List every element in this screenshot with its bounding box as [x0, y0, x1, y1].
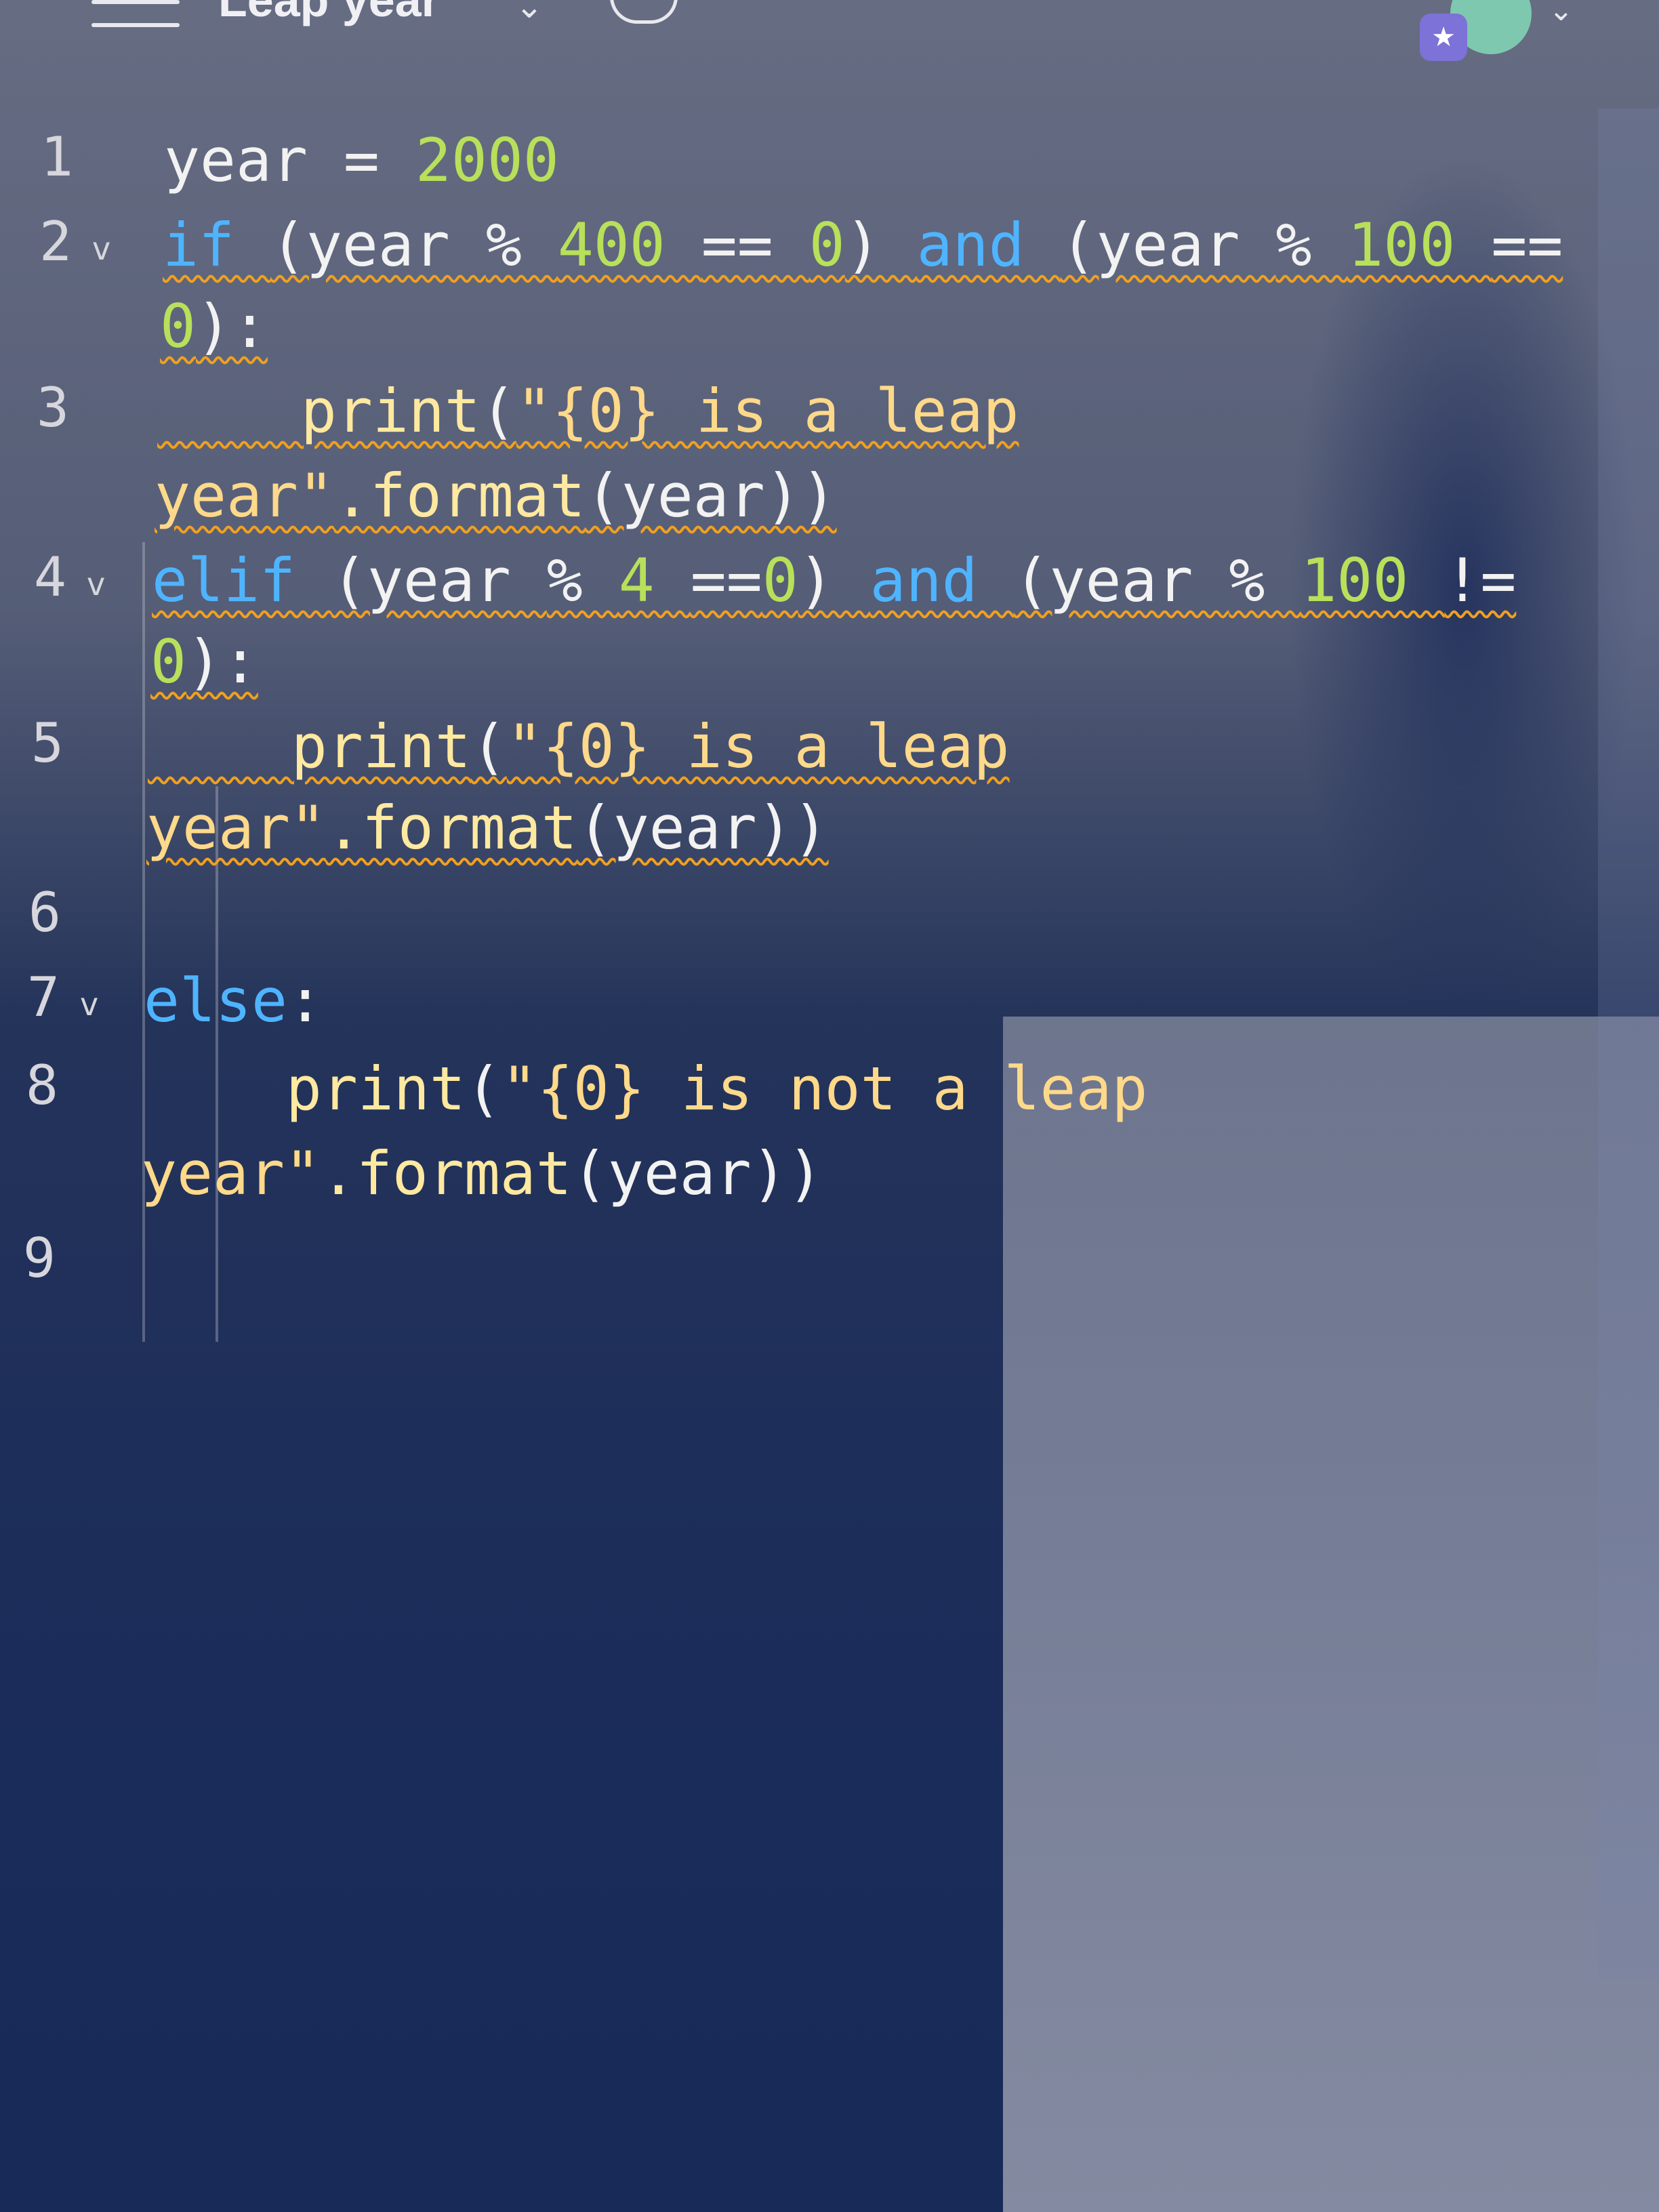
code-token: ) [798, 546, 870, 615]
fold-chevron-icon[interactable]: v [92, 230, 110, 267]
code-line[interactable]: year".format(year)) [0, 461, 1659, 542]
code-token: % [1229, 546, 1301, 615]
code-line[interactable]: 8 print("{0} is not a leap [0, 1054, 1659, 1135]
code-token: year [164, 125, 344, 195]
code-text[interactable]: elif (year % 4 ==0) and (year % 100 != [152, 546, 1516, 615]
code-token: (year [1060, 210, 1276, 280]
code-token: elif [152, 546, 331, 615]
fold-chevron-icon[interactable]: v [87, 566, 105, 602]
code-text[interactable]: 0): [160, 291, 268, 361]
code-token: 0 [160, 291, 196, 361]
code-token: 100 [1347, 210, 1492, 280]
line-number: 6 [28, 881, 61, 944]
code-token: "{0} is a leap [506, 712, 1010, 781]
document-title[interactable]: Leap year [218, 0, 440, 27]
code-line[interactable]: year".format(year)) [0, 793, 1659, 874]
line-number: 2 [39, 210, 72, 273]
code-text[interactable]: print("{0} is a leap [157, 376, 1019, 446]
code-token: 0 [150, 627, 186, 697]
code-text[interactable]: 0): [150, 627, 258, 697]
code-token: ): [195, 291, 268, 361]
line-number: 8 [25, 1054, 58, 1117]
code-line[interactable]: 2 v if (year % 400 == 0) and (year % 100 =… [0, 210, 1659, 291]
chevron-down-icon[interactable]: ⌄ [1549, 0, 1574, 28]
code-token: (year [1013, 546, 1229, 615]
code-line[interactable]: 0): [0, 291, 1659, 373]
code-line[interactable]: 0): [0, 627, 1659, 708]
code-token: print [142, 1054, 466, 1124]
code-token: .format [325, 793, 577, 863]
phone-photo-of-code-editor: Leap year ⌄ ★ ⌄ 1 year = 2000 2 v if (year %… [0, 0, 1659, 2212]
code-line[interactable]: 9 [0, 1227, 1659, 1308]
code-token: % [546, 546, 619, 615]
code-line[interactable]: year".format(year)) [0, 1139, 1659, 1220]
code-text[interactable]: print("{0} is a leap [148, 712, 1010, 781]
code-token: ( [470, 712, 507, 781]
code-token: year" [141, 1139, 321, 1208]
code-line[interactable]: 1 year = 2000 [0, 125, 1659, 207]
line-number: 1 [40, 125, 73, 188]
code-token: .format [333, 461, 586, 531]
code-token: % [485, 210, 558, 280]
code-text[interactable]: if (year % 400 == 0) and (year % 100 == [163, 210, 1563, 280]
code-token: "{0} is a leap [516, 376, 1019, 446]
code-token: (year [270, 210, 486, 280]
code-token: 0 [762, 546, 798, 615]
code-token: if [163, 210, 270, 280]
code-line[interactable]: 3 print("{0} is a leap [0, 376, 1659, 457]
code-token: ) [844, 210, 917, 280]
line-number: 3 [36, 376, 69, 439]
code-token: ( [465, 1054, 501, 1124]
code-line[interactable]: 4 v elif (year % 4 ==0) and (year % 100 != [0, 546, 1659, 627]
code-token: "{0} is not a leap [501, 1054, 1148, 1124]
line-number: 4 [33, 546, 66, 609]
top-bar: Leap year ⌄ ★ ⌄ [0, 0, 1659, 102]
code-text[interactable]: else: [144, 966, 323, 1036]
code-text[interactable]: year".format(year)) [141, 1139, 823, 1208]
hamburger-menu-icon[interactable] [91, 0, 180, 34]
code-token: (year)) [585, 461, 837, 531]
code-token: 2000 [415, 125, 559, 195]
code-line[interactable]: 6 [0, 881, 1659, 962]
code-token: (year [331, 546, 547, 615]
code-token: print [157, 376, 480, 446]
line-number: 7 [26, 966, 60, 1029]
code-token: .format [320, 1139, 572, 1208]
code-token: != [1444, 546, 1517, 615]
chevron-down-icon[interactable]: ⌄ [515, 0, 544, 26]
code-text[interactable]: print("{0} is not a leap [142, 1054, 1148, 1124]
code-token: == [690, 546, 762, 615]
cloud-sync-icon[interactable] [610, 0, 678, 24]
code-token: (year)) [577, 793, 829, 863]
code-token: : [287, 966, 323, 1036]
line-number: 5 [30, 712, 64, 775]
code-token: (year)) [571, 1139, 823, 1208]
code-editor[interactable]: 1 year = 2000 2 v if (year % 400 == 0) and (… [0, 108, 1659, 1464]
code-token: and [916, 210, 1061, 280]
code-token: year" [155, 461, 334, 531]
code-token: == [701, 210, 809, 280]
code-text[interactable]: year".format(year)) [146, 793, 829, 863]
code-token: print [148, 712, 471, 781]
code-token: ): [186, 627, 258, 697]
line-number: 9 [22, 1227, 56, 1290]
star-icon[interactable]: ★ [1420, 14, 1467, 61]
code-line[interactable]: 7 v else: [0, 966, 1659, 1047]
code-token: year" [146, 793, 326, 863]
code-token: 400 [557, 210, 701, 280]
code-token: 100 [1300, 546, 1445, 615]
code-token: else [144, 966, 287, 1036]
code-text[interactable]: year = 2000 [164, 125, 559, 195]
code-token: ( [480, 376, 516, 446]
code-token: 4 [618, 546, 691, 615]
fold-chevron-icon[interactable]: v [80, 986, 98, 1023]
code-token: % [1275, 210, 1348, 280]
code-token: = [343, 125, 415, 195]
code-token: and [869, 546, 1014, 615]
code-token: 0 [808, 210, 845, 280]
code-token: == [1491, 210, 1563, 280]
code-line[interactable]: 5 print("{0} is a leap [0, 712, 1659, 793]
code-text[interactable]: year".format(year)) [155, 461, 837, 531]
